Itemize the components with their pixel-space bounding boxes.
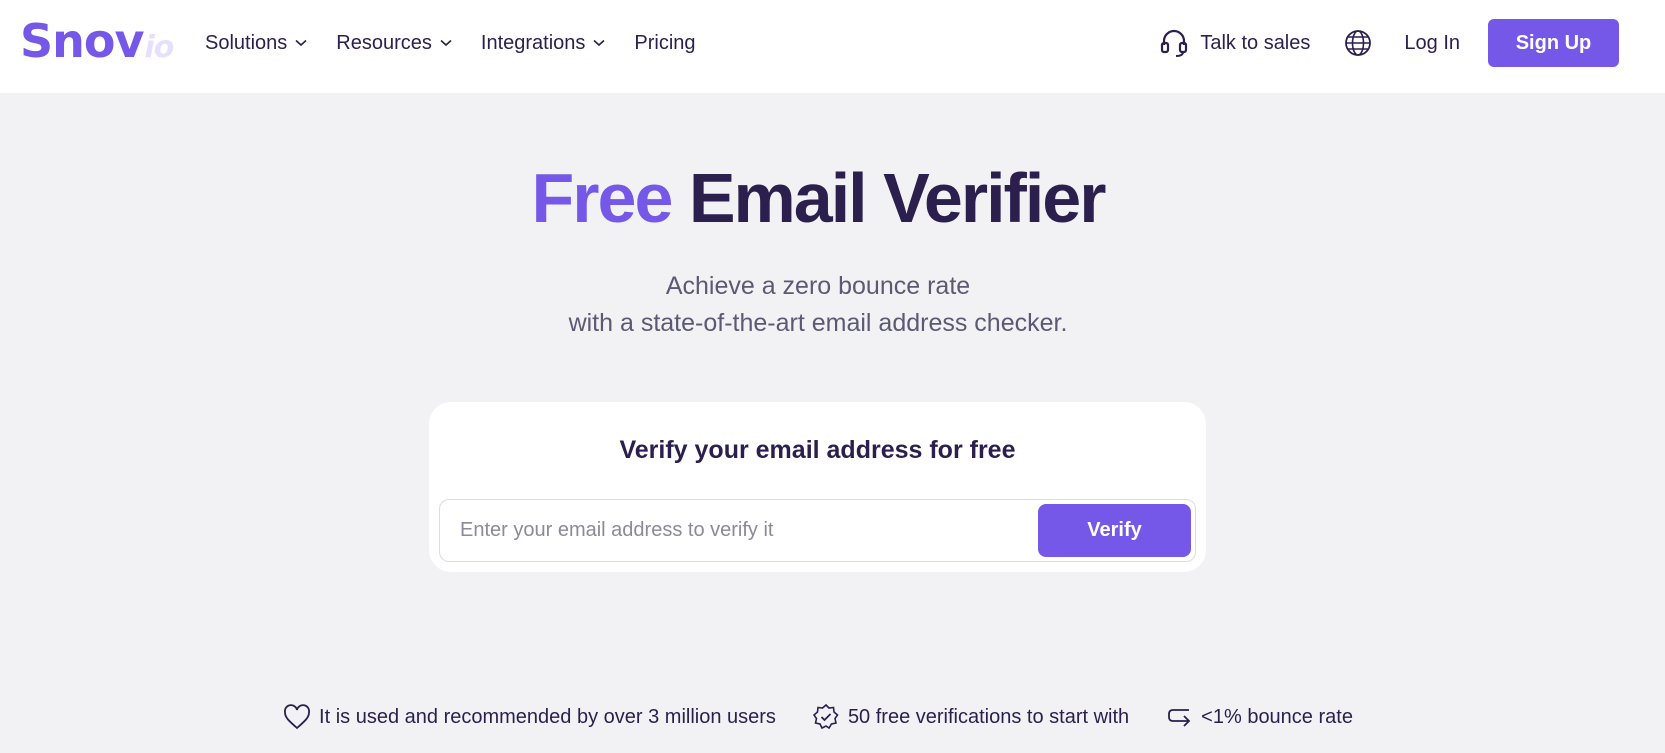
subtitle-line-1: Achieve a zero bounce rate	[665, 272, 971, 300]
heart-icon	[284, 704, 311, 730]
email-verifier-card: Verify your email address for free Verif…	[429, 402, 1206, 572]
globe-icon	[1345, 30, 1372, 56]
login-link[interactable]: Log In	[1404, 32, 1460, 55]
feature-item-bounce-rate: <1% bounce rate	[1165, 705, 1353, 729]
verified-badge-icon	[812, 703, 839, 730]
nav-item-integrations[interactable]: Integrations	[481, 32, 606, 55]
page-title-accent: Free	[531, 159, 674, 237]
feature-text: 50 free verifications to start with	[847, 705, 1130, 728]
verify-button[interactable]: Verify	[1038, 504, 1191, 557]
headset-icon	[1161, 29, 1188, 57]
talk-to-sales-label: Talk to sales	[1200, 31, 1311, 54]
feature-item-free-verifications: 50 free verifications to start with	[812, 703, 1129, 731]
nav-item-label: Solutions	[205, 31, 288, 54]
nav-item-pricing[interactable]: Pricing	[634, 32, 695, 55]
nav-item-label: Pricing	[634, 31, 696, 54]
page-title-main: Email Verifier	[688, 159, 1107, 237]
nav-item-label: Integrations	[480, 31, 586, 54]
chevron-down-icon	[440, 39, 452, 47]
talk-to-sales-link[interactable]: Talk to sales	[1160, 28, 1310, 58]
logo-main-text: Snov	[20, 14, 144, 68]
nav-item-label: Resources	[336, 31, 432, 54]
subtitle-line-2: with a state-of-the-art email address ch…	[568, 309, 1068, 337]
verifier-heading: Verify your email address for free	[619, 436, 1016, 464]
main-menu: Solutions Resources Integrations Pricing	[205, 0, 725, 86]
page-subtitle: Achieve a zero bounce rate with a state-…	[0, 268, 1636, 342]
nav-item-resources[interactable]: Resources	[336, 32, 452, 55]
chevron-down-icon	[593, 39, 605, 47]
feature-text: It is used and recommended by over 3 mil…	[319, 705, 776, 728]
email-input[interactable]	[440, 500, 1038, 561]
feature-item-users: It is used and recommended by over 3 mil…	[283, 704, 776, 730]
top-navigation-bar: Snov io Solutions Resources Integrations…	[0, 0, 1665, 93]
verify-email-form: Verify	[439, 499, 1196, 562]
features-strip: It is used and recommended by over 3 mil…	[0, 700, 1636, 734]
language-selector[interactable]	[1344, 29, 1372, 57]
snovio-logo[interactable]: Snov io	[20, 14, 174, 68]
logo-sub-text: io	[144, 30, 174, 65]
header-actions: Talk to sales Log In Sign Up	[1160, 0, 1665, 86]
feature-text: <1% bounce rate	[1201, 705, 1353, 728]
nav-item-solutions[interactable]: Solutions	[205, 32, 307, 55]
chevron-down-icon	[295, 39, 307, 47]
return-arrow-icon	[1168, 709, 1191, 727]
signup-button[interactable]: Sign Up	[1488, 19, 1619, 67]
page-title: Free Email Verifier	[0, 158, 1636, 238]
